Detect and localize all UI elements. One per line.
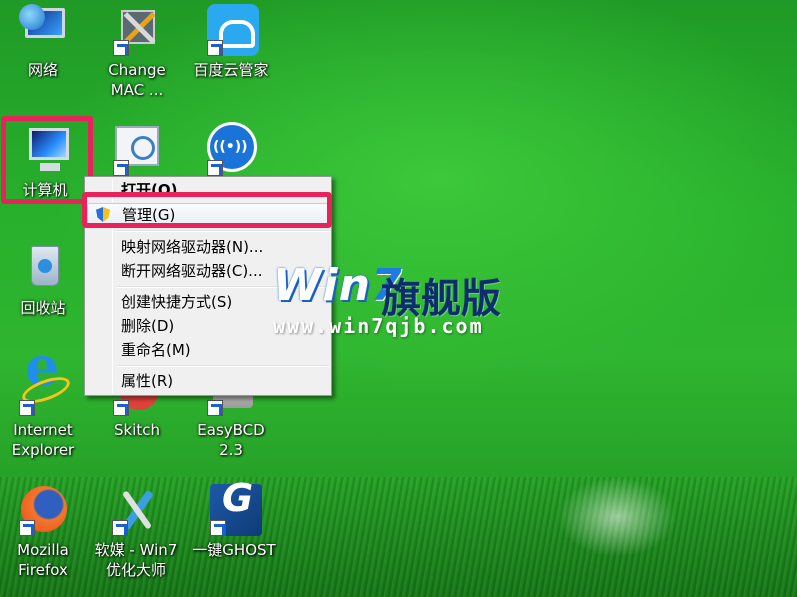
menu-separator	[117, 230, 329, 232]
desktop-icon-firefox[interactable]: Mozilla Firefox	[0, 482, 86, 580]
icon-label: 百度云管家	[193, 61, 269, 79]
menu-item-map-network-drive[interactable]: 映射网络驱动器(N)...	[87, 236, 329, 258]
menu-separator	[117, 365, 329, 367]
desktop-icon-onekey-ghost[interactable]: 一键GHOST	[186, 482, 282, 560]
recycle-bin-icon	[15, 240, 71, 296]
icon-label: 回收站	[20, 299, 66, 317]
shortcut-arrow-icon	[210, 520, 226, 536]
watermark: Win7 旗舰版 www.win7qjb.com	[273, 262, 501, 339]
swiss-knife-icon	[108, 482, 164, 538]
shortcut-arrow-icon	[113, 400, 129, 416]
ghost-icon	[206, 482, 262, 538]
shortcut-arrow-icon	[19, 520, 35, 536]
icon-label: Mozilla Firefox	[17, 541, 69, 579]
icon-label: Skitch	[113, 421, 160, 439]
computer-highlight-box	[1, 116, 93, 204]
desktop-icon-network[interactable]: 网络	[0, 2, 86, 80]
shortcut-arrow-icon	[207, 160, 223, 176]
shortcut-arrow-icon	[112, 520, 128, 536]
shortcut-arrow-icon	[113, 40, 129, 56]
network-icon	[15, 2, 71, 58]
shortcut-arrow-icon	[207, 40, 223, 56]
desktop-icon-app-window[interactable]	[94, 122, 180, 180]
watermark-brand-cn: 旗舰版	[381, 276, 501, 322]
firefox-icon	[15, 482, 71, 538]
baidu-cloud-icon	[203, 2, 259, 58]
manage-highlight-box	[82, 192, 332, 228]
shortcut-arrow-icon	[207, 400, 223, 416]
desktop-icon-recycle-bin[interactable]: 回收站	[0, 240, 86, 318]
tools-icon	[109, 2, 165, 58]
desktop-icon-wifi[interactable]	[188, 122, 274, 180]
app-window-icon	[109, 122, 165, 178]
internet-explorer-icon	[15, 356, 71, 418]
light-glow	[557, 477, 677, 557]
icon-label: Change MAC ...	[108, 61, 166, 99]
icon-label: 网络	[27, 61, 58, 79]
menu-item-rename[interactable]: 重命名(M)	[87, 339, 329, 361]
menu-item-properties[interactable]: 属性(R)	[87, 370, 329, 392]
shortcut-arrow-icon	[113, 160, 129, 176]
desktop-icon-internet-explorer[interactable]: Internet Explorer	[0, 356, 86, 460]
icon-label: EasyBCD 2.3	[197, 421, 265, 459]
desktop-icon-win7-optimizer[interactable]: 软媒 - Win7 优化大师	[86, 482, 186, 580]
desktop-icon-baidu-cloud[interactable]: 百度云管家	[188, 2, 274, 80]
icon-label: Internet Explorer	[11, 421, 75, 459]
desktop-icon-change-mac[interactable]: Change MAC ...	[94, 2, 180, 100]
icon-label: 一键GHOST	[192, 541, 276, 559]
shortcut-arrow-icon	[19, 400, 35, 416]
icon-label: 软媒 - Win7 优化大师	[94, 541, 178, 579]
wifi-icon	[203, 122, 259, 178]
